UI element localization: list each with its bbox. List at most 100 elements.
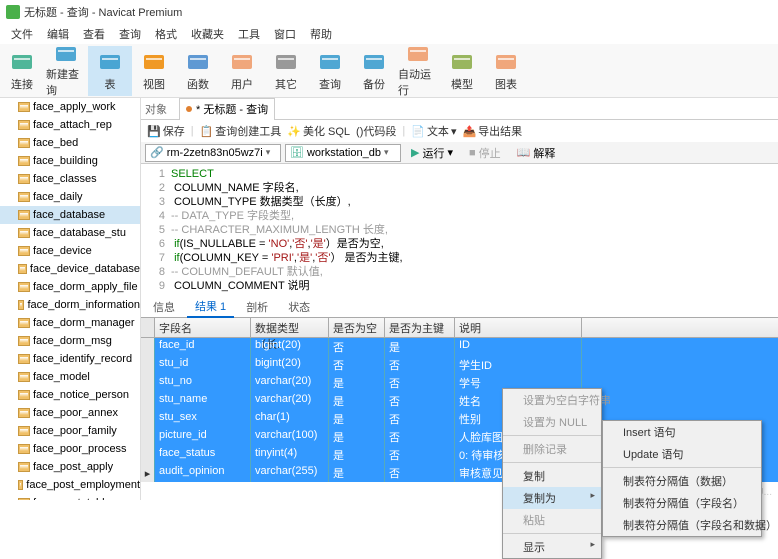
table-icon [18,264,27,274]
tool-查询[interactable]: 查询 [308,46,352,96]
menu-查看[interactable]: 查看 [76,26,112,42]
ctx-update[interactable]: Update 语句 [603,443,761,465]
beautify-button[interactable]: ✨ 美化 SQL [287,123,350,139]
menu-格式[interactable]: 格式 [148,26,184,42]
db-select[interactable]: 🗄workstation_db▾ [285,144,401,162]
app-icon [6,5,20,19]
tree-item[interactable]: face_post_table [0,494,140,500]
toolbar: 连接新建查询表视图函数用户其它查询备份自动运行模型图表 [0,44,778,98]
tab-info[interactable]: 信息 [145,297,183,317]
tab-profile[interactable]: 剖析 [238,297,276,317]
save-button[interactable]: 💾 保存 [147,123,185,139]
server-select[interactable]: 🔗rm-2zetn83n05wz7i▾ [145,144,281,162]
table-icon [18,426,30,436]
tree-item[interactable]: face_identify_record [0,350,140,368]
ctx-tsv-cols[interactable]: 制表符分隔值（字段名） [603,492,761,514]
tool-自动运行[interactable]: 自动运行 [396,46,440,96]
tree-item[interactable]: face_poor_family [0,422,140,440]
tree-item[interactable]: face_post_apply [0,458,140,476]
tree-item[interactable]: face_dorm_manager [0,314,140,332]
ctx-paste: 粘贴 [503,509,601,531]
tree-item[interactable]: face_poor_process [0,440,140,458]
table-icon [18,300,24,310]
tree-item[interactable]: face_dorm_information [0,296,140,314]
table-icon [18,210,30,220]
table-icon [18,174,30,184]
context-submenu[interactable]: Insert 语句 Update 语句 制表符分隔值（数据） 制表符分隔值（字段… [602,420,762,537]
editor-tabs: 对象 * 无标题 - 查询 [141,98,778,120]
menu-编辑[interactable]: 编辑 [40,26,76,42]
ctx-null: 设置为 NULL [503,411,601,433]
run-button[interactable]: ▶运行 ▾ [405,144,459,162]
ctx-show[interactable]: 显示 [503,536,601,558]
object-label[interactable]: 对象 [145,101,167,117]
ctx-blank: 设置为空白字符串 [503,389,601,411]
export-button[interactable]: 📤 导出结果 [462,123,522,139]
table-icon [18,282,30,292]
table-row[interactable]: face_idbigint(20)否是ID [141,338,778,356]
result-tabs: 信息 结果 1 剖析 状态 [141,296,778,318]
tool-其它[interactable]: 其它 [264,46,308,96]
tool-新建查询[interactable]: 新建查询 [44,46,88,96]
sidebar-tree[interactable]: face_apply_workface_attach_repface_bedfa… [0,98,141,500]
table-icon [18,120,30,130]
tree-item[interactable]: face_classes [0,170,140,188]
tree-item[interactable]: face_daily [0,188,140,206]
tree-item[interactable]: face_building [0,152,140,170]
tree-item[interactable]: face_post_employment [0,476,140,494]
query-actions: 💾 保存 | 📋 查询创建工具 ✨ 美化 SQL ()代码段 | 📄 文本 ▾ … [141,120,778,142]
tool-用户[interactable]: 用户 [220,46,264,96]
explain-button[interactable]: 📖 解释 [511,144,562,162]
tab-status[interactable]: 状态 [280,297,318,317]
menu-工具[interactable]: 工具 [231,26,267,42]
tool-函数[interactable]: 函数 [176,46,220,96]
tab-label: * 无标题 - 查询 [196,101,268,117]
ctx-insert[interactable]: Insert 语句 [603,421,761,443]
menu-bar: 文件编辑查看查询格式收藏夹工具窗口帮助 [0,24,778,44]
table-icon [18,246,30,256]
tree-item[interactable]: face_model [0,368,140,386]
table-row[interactable]: stu_idbigint(20)否否学生ID [141,356,778,374]
sql-editor[interactable]: 1SELECT2 COLUMN_NAME 字段名,3 COLUMN_TYPE 数… [141,164,778,296]
ctx-copy[interactable]: 复制 [503,465,601,487]
menu-收藏夹[interactable]: 收藏夹 [184,26,231,42]
menu-查询[interactable]: 查询 [112,26,148,42]
ctx-tsv-both[interactable]: 制表符分隔值（字段名和数据） [603,514,761,536]
menu-帮助[interactable]: 帮助 [303,26,339,42]
ctx-tsv-data[interactable]: 制表符分隔值（数据） [603,470,761,492]
context-menu[interactable]: 设置为空白字符串 设置为 NULL 删除记录 复制 复制为 粘贴 显示 [502,388,602,559]
table-icon [18,354,30,364]
dirty-dot-icon [186,106,192,112]
ctx-copy-as[interactable]: 复制为 [503,487,601,509]
tree-item[interactable]: face_device_database [0,260,140,278]
table-icon [18,228,30,238]
query-builder-button[interactable]: 📋 查询创建工具 [200,123,282,139]
tree-item[interactable]: face_database [0,206,140,224]
tree-item[interactable]: face_database_stu [0,224,140,242]
tool-模型[interactable]: 模型 [440,46,484,96]
tool-表[interactable]: 表 [88,46,132,96]
menu-文件[interactable]: 文件 [4,26,40,42]
menu-窗口[interactable]: 窗口 [267,26,303,42]
tree-item[interactable]: face_device [0,242,140,260]
query-tab[interactable]: * 无标题 - 查询 [179,98,275,120]
tool-图表[interactable]: 图表 [484,46,528,96]
text-button[interactable]: 📄 文本 ▾ [411,123,456,139]
tool-连接[interactable]: 连接 [0,46,44,96]
tree-item[interactable]: face_poor_annex [0,404,140,422]
table-row[interactable]: stu_novarchar(20)是否学号 [141,374,778,392]
tree-item[interactable]: face_dorm_msg [0,332,140,350]
tree-item[interactable]: face_apply_work [0,98,140,116]
tool-视图[interactable]: 视图 [132,46,176,96]
tool-备份[interactable]: 备份 [352,46,396,96]
tab-result[interactable]: 结果 1 [187,296,234,318]
table-icon [18,390,30,400]
window-title: 无标题 - 查询 - Navicat Premium [24,4,182,20]
tree-item[interactable]: face_dorm_apply_file [0,278,140,296]
tree-item[interactable]: face_bed [0,134,140,152]
tree-item[interactable]: face_attach_rep [0,116,140,134]
tree-item[interactable]: face_notice_person [0,386,140,404]
connection-row: 🔗rm-2zetn83n05wz7i▾ 🗄workstation_db▾ ▶运行… [141,142,778,164]
snippet-button[interactable]: ()代码段 [356,123,396,139]
table-row[interactable]: stu_namevarchar(20)是否姓名 [141,392,778,410]
